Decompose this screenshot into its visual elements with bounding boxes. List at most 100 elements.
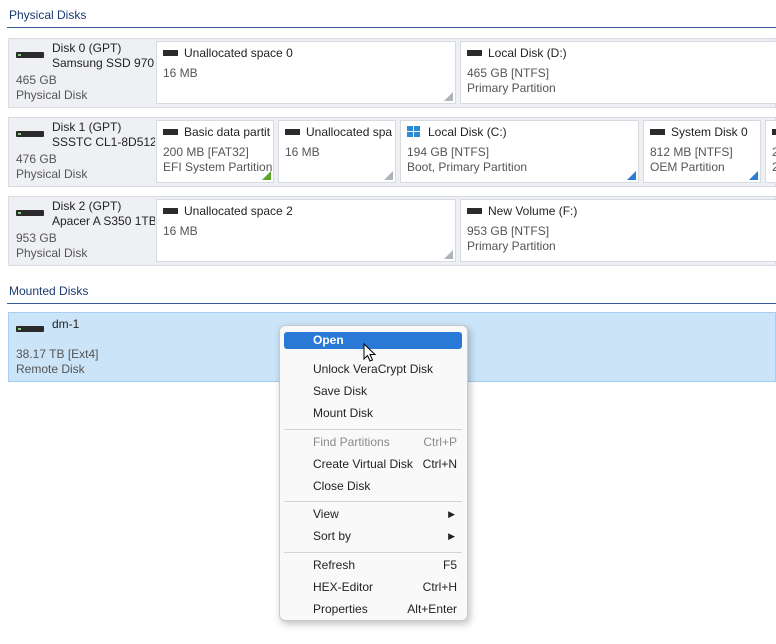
- menu-item-properties[interactable]: Properties Alt+Enter: [284, 599, 462, 620]
- submenu-arrow-icon: ▶: [448, 509, 455, 519]
- disk-type: Physical Disk: [16, 246, 88, 260]
- partition-name: Unallocated space 2: [184, 204, 293, 218]
- menu-item-shortcut: Ctrl+N: [422, 457, 457, 471]
- hard-disk-icon: [16, 326, 46, 333]
- partition-tile[interactable]: 2 2: [765, 120, 776, 183]
- disk-name: dm-1: [52, 317, 80, 331]
- partition-tile[interactable]: System Disk 0 812 MB [NTFS] OEM Partitio…: [643, 120, 761, 183]
- partition-disk-icon: [163, 208, 178, 214]
- partition-disk-icon: [163, 129, 178, 135]
- menu-separator: [284, 429, 462, 430]
- menu-item-shortcut: Ctrl+H: [422, 580, 457, 594]
- partition-name: Local Disk (C:): [428, 125, 507, 139]
- partition-size: 200 MB [FAT32]: [163, 145, 249, 159]
- disk-info[interactable]: dm-1 38.17 TB [Ext4] Remote Disk: [9, 313, 155, 381]
- partition-corner-icon: [444, 92, 453, 101]
- partition-size: 465 GB [NTFS]: [467, 66, 550, 80]
- menu-item-sort-by[interactable]: Sort by ▶: [284, 526, 462, 547]
- disk-name: Disk 0 (GPT): [52, 41, 122, 55]
- partition-type: Primary Partition: [467, 81, 556, 95]
- partition-type: EFI System Partition: [163, 160, 273, 174]
- partition-tile[interactable]: Unallocated space 2 16 MB: [156, 199, 456, 262]
- menu-item-mount-disk[interactable]: Mount Disk: [284, 403, 462, 424]
- partition-disk-icon: [772, 129, 776, 135]
- disk-info[interactable]: Disk 0 (GPT) Samsung SSD 970 EVO 465 GB …: [9, 39, 155, 107]
- partition-size: 194 GB [NTFS]: [407, 145, 490, 159]
- menu-item-label: Open: [313, 333, 344, 347]
- disk-row-0[interactable]: Disk 0 (GPT) Samsung SSD 970 EVO 465 GB …: [8, 38, 776, 108]
- disk-info[interactable]: Disk 1 (GPT) SSSTC CL1-8D512-HP 476 GB P…: [9, 118, 155, 186]
- disk-row-1[interactable]: Disk 1 (GPT) SSSTC CL1-8D512-HP 476 GB P…: [8, 117, 776, 187]
- context-menu: Open Unlock VeraCrypt Disk Save Disk Mou…: [279, 325, 468, 621]
- disk-model: SSSTC CL1-8D512-HP: [52, 135, 155, 149]
- partition-name: Unallocated space: [306, 125, 392, 139]
- partition-tile[interactable]: Local Disk (C:) 194 GB [NTFS] Boot, Prim…: [400, 120, 639, 183]
- partition-name: System Disk 0: [671, 125, 748, 139]
- partition-size: 812 MB [NTFS]: [650, 145, 733, 159]
- hard-disk-icon: [16, 52, 46, 59]
- partition-disk-icon: [285, 129, 300, 135]
- partition-disk-icon: [163, 50, 178, 56]
- menu-item-label: Save Disk: [313, 384, 368, 398]
- partition-type: 2: [772, 160, 776, 175]
- partition-disk-icon: [650, 129, 665, 135]
- partition-corner-icon: [384, 171, 393, 180]
- section-divider: [7, 303, 776, 304]
- partition-size: 2: [772, 145, 776, 160]
- partition-size: 16 MB: [285, 145, 320, 159]
- partition-tile[interactable]: Basic data partition 200 MB [FAT32] EFI …: [156, 120, 274, 183]
- partition-corner-icon: [627, 171, 636, 180]
- partition-size: 16 MB: [163, 66, 198, 80]
- menu-item-label: HEX-Editor: [313, 580, 374, 594]
- partition-name: Local Disk (D:): [488, 46, 567, 60]
- partition-corner-icon: [444, 250, 453, 259]
- menu-item-label: Close Disk: [313, 479, 371, 493]
- disk-size: 465 GB: [16, 73, 57, 87]
- section-divider: [7, 27, 776, 28]
- partition-size: 16 MB: [163, 224, 198, 238]
- partition-size: 953 GB [NTFS]: [467, 224, 550, 238]
- disk-size: 953 GB: [16, 231, 57, 245]
- partition-corner-icon: [262, 171, 271, 180]
- partition-tile[interactable]: New Volume (F:) 953 GB [NTFS] Primary Pa…: [460, 199, 776, 262]
- disk-row-2[interactable]: Disk 2 (GPT) Apacer A S350 1TB 953 GB Ph…: [8, 196, 776, 266]
- menu-separator: [284, 552, 462, 553]
- menu-item-close-disk[interactable]: Close Disk: [284, 476, 462, 497]
- menu-item-create-virtual-disk[interactable]: Create Virtual Disk Ctrl+N: [284, 454, 462, 475]
- partition-disk-icon: [467, 208, 482, 214]
- partition-name: New Volume (F:): [488, 204, 578, 218]
- hard-disk-icon: [16, 131, 46, 138]
- partition-tile[interactable]: Unallocated space 16 MB: [278, 120, 396, 183]
- submenu-arrow-icon: ▶: [448, 531, 455, 541]
- menu-item-label: View: [313, 507, 339, 521]
- mouse-cursor-icon: [363, 343, 377, 362]
- menu-item-find-partitions[interactable]: Find Partitions Ctrl+P: [284, 432, 462, 453]
- partition-name: Basic data partition: [184, 125, 270, 139]
- menu-item-refresh[interactable]: Refresh F5: [284, 555, 462, 576]
- partition-tile[interactable]: Unallocated space 0 16 MB: [156, 41, 456, 104]
- physical-disks-header: Physical Disks: [9, 8, 87, 22]
- disk-size: 38.17 TB [Ext4]: [16, 347, 99, 361]
- partition-tile[interactable]: Local Disk (D:) 465 GB [NTFS] Primary Pa…: [460, 41, 776, 104]
- disk-model: Samsung SSD 970 EVO: [52, 56, 155, 70]
- menu-item-label: Create Virtual Disk: [313, 457, 413, 471]
- menu-separator: [284, 501, 462, 502]
- menu-item-shortcut: Alt+Enter: [407, 602, 457, 616]
- partition-name: Unallocated space 0: [184, 46, 293, 60]
- partition-type: Boot, Primary Partition: [407, 160, 528, 174]
- menu-item-view[interactable]: View ▶: [284, 504, 462, 525]
- menu-item-label: Sort by: [313, 529, 352, 543]
- disk-info[interactable]: Disk 2 (GPT) Apacer A S350 1TB 953 GB Ph…: [9, 197, 155, 265]
- mounted-disks-header: Mounted Disks: [9, 284, 89, 298]
- menu-item-save-disk[interactable]: Save Disk: [284, 381, 462, 402]
- disk-type: Remote Disk: [16, 362, 85, 376]
- menu-item-label: Find Partitions: [313, 435, 390, 449]
- disk-size: 476 GB: [16, 152, 57, 166]
- menu-item-hex-editor[interactable]: HEX-Editor Ctrl+H: [284, 577, 462, 598]
- menu-item-label: Mount Disk: [313, 406, 374, 420]
- disk-name: Disk 1 (GPT): [52, 120, 122, 134]
- menu-item-label: Refresh: [313, 558, 356, 572]
- partition-type: Primary Partition: [467, 239, 556, 253]
- menu-item-shortcut: Ctrl+P: [423, 435, 457, 449]
- partition-type: OEM Partition: [650, 160, 725, 174]
